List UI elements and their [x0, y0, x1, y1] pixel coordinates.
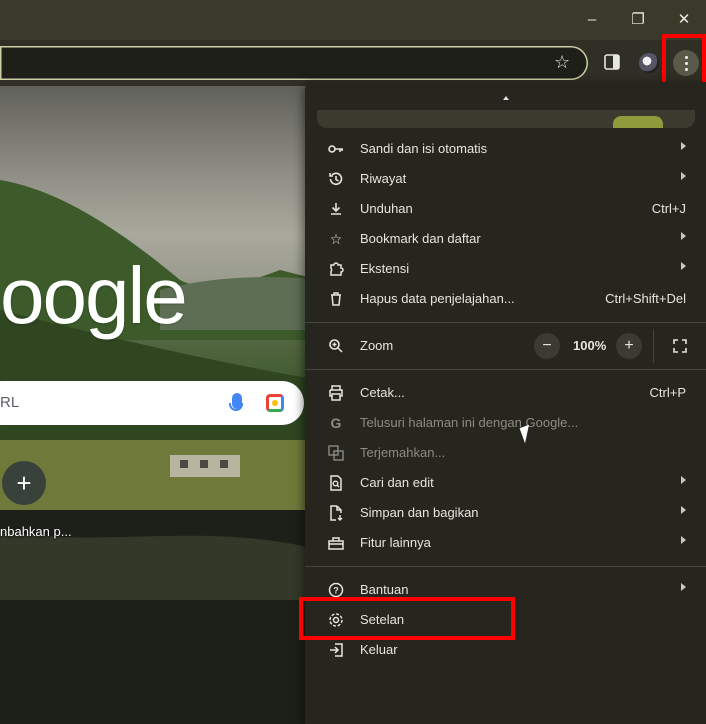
title-bar: – ❐ ✕ [0, 0, 706, 40]
menu-item-more-tools[interactable]: Fitur lainnya [305, 528, 706, 558]
shortcut-text: Ctrl+J [651, 201, 686, 216]
add-shortcut-label: nbahkan p... [0, 524, 72, 539]
puzzle-icon [330, 262, 344, 276]
submenu-arrow-icon [681, 172, 686, 180]
menu-item-clear-data[interactable]: Hapus data penjelajahan... Ctrl+Shift+De… [305, 284, 706, 314]
download-icon [331, 203, 341, 215]
trash-icon [331, 292, 341, 306]
menu-item-label: Fitur lainnya [360, 535, 431, 550]
menu-divider [305, 369, 706, 370]
print-icon [329, 385, 343, 401]
submenu-arrow-icon [681, 262, 686, 270]
menu-item-save-share[interactable]: Simpan dan bagikan [305, 498, 706, 528]
menu-item-find-edit[interactable]: Cari dan edit [305, 468, 706, 498]
lens-icon[interactable] [266, 394, 284, 412]
zoom-out-button[interactable]: − [534, 333, 560, 359]
shortcut-text: Ctrl+Shift+Del [605, 291, 686, 306]
menu-item-label: Riwayat [360, 171, 407, 186]
menu-item-label: Hapus data penjelajahan... [360, 291, 515, 306]
google-logo: oogle [0, 251, 188, 340]
microphone-icon[interactable] [229, 393, 243, 411]
menu-item-search-page: G Telusuri halaman ini dengan Google... [305, 408, 706, 438]
zoom-value: 100% [573, 338, 607, 353]
scroll-up-caret-icon[interactable] [503, 96, 509, 100]
submenu-arrow-icon [681, 232, 686, 240]
menu-item-downloads[interactable]: Unduhan Ctrl+J [305, 194, 706, 224]
menu-item-bookmarks[interactable]: ☆ Bookmark dan daftar [305, 224, 706, 254]
submenu-arrow-icon [681, 476, 686, 484]
svg-text:?: ? [333, 586, 339, 596]
address-bar[interactable] [0, 46, 588, 80]
menu-item-label: Bookmark dan daftar [360, 231, 481, 246]
star-icon: ☆ [329, 231, 343, 247]
menu-item-history[interactable]: Riwayat [305, 164, 706, 194]
menu-item-label: Unduhan [360, 201, 413, 216]
menu-item-translate: Terjemahkan... [305, 438, 706, 468]
fullscreen-icon[interactable] [673, 339, 687, 353]
search-box[interactable]: RL [0, 381, 304, 425]
menu-item-label: Cari dan edit [360, 475, 434, 490]
submenu-arrow-icon [681, 583, 686, 591]
close-button[interactable]: ✕ [670, 8, 698, 32]
menu-divider [305, 566, 706, 567]
submenu-arrow-icon [681, 142, 686, 150]
highlight-settings-item [299, 597, 515, 640]
shortcut-text: Ctrl+P [649, 385, 686, 400]
add-shortcut-button[interactable]: + [2, 461, 46, 505]
avatar[interactable] [639, 53, 659, 73]
minimize-button[interactable]: – [578, 8, 606, 32]
find-icon [330, 475, 342, 491]
exit-icon [330, 643, 343, 657]
menu-item-print[interactable]: Cetak... Ctrl+P [305, 378, 706, 408]
menu-item-label: Simpan dan bagikan [360, 505, 479, 520]
menu-item-label: Terjemahkan... [360, 445, 446, 460]
side-panel-icon[interactable] [604, 54, 620, 70]
menu-item-extensions[interactable]: Ekstensi [305, 254, 706, 284]
search-placeholder: RL [0, 394, 20, 411]
menu-item-label: Keluar [360, 642, 398, 657]
google-icon: G [330, 415, 342, 431]
restore-button[interactable]: ❐ [624, 8, 652, 32]
save-share-icon [330, 505, 343, 521]
zoom-in-button[interactable]: + [616, 333, 642, 359]
menu-divider [305, 322, 706, 323]
toolbar: ☆ [0, 40, 706, 86]
zoom-icon [329, 339, 343, 353]
submenu-arrow-icon [681, 536, 686, 544]
key-icon [328, 145, 343, 153]
zoom-divider [653, 329, 654, 363]
translate-icon [328, 445, 344, 461]
menu-profile-strip [317, 110, 695, 128]
menu-item-label: Sandi dan isi otomatis [360, 141, 488, 156]
menu-item-label: Bantuan [360, 582, 409, 597]
menu-item-label: Telusuri halaman ini dengan Google... [360, 415, 579, 430]
menu-item-label: Ekstensi [360, 261, 410, 276]
menu-item-passwords[interactable]: Sandi dan isi otomatis [305, 134, 706, 164]
menu-item-zoom: Zoom − 100% + [305, 329, 706, 363]
menu-item-label: Zoom [360, 338, 394, 353]
history-icon [329, 172, 343, 186]
menu-item-label: Cetak... [360, 385, 405, 400]
star-icon[interactable]: ☆ [554, 52, 570, 72]
submenu-arrow-icon [681, 506, 686, 514]
toolbox-icon [328, 537, 344, 550]
